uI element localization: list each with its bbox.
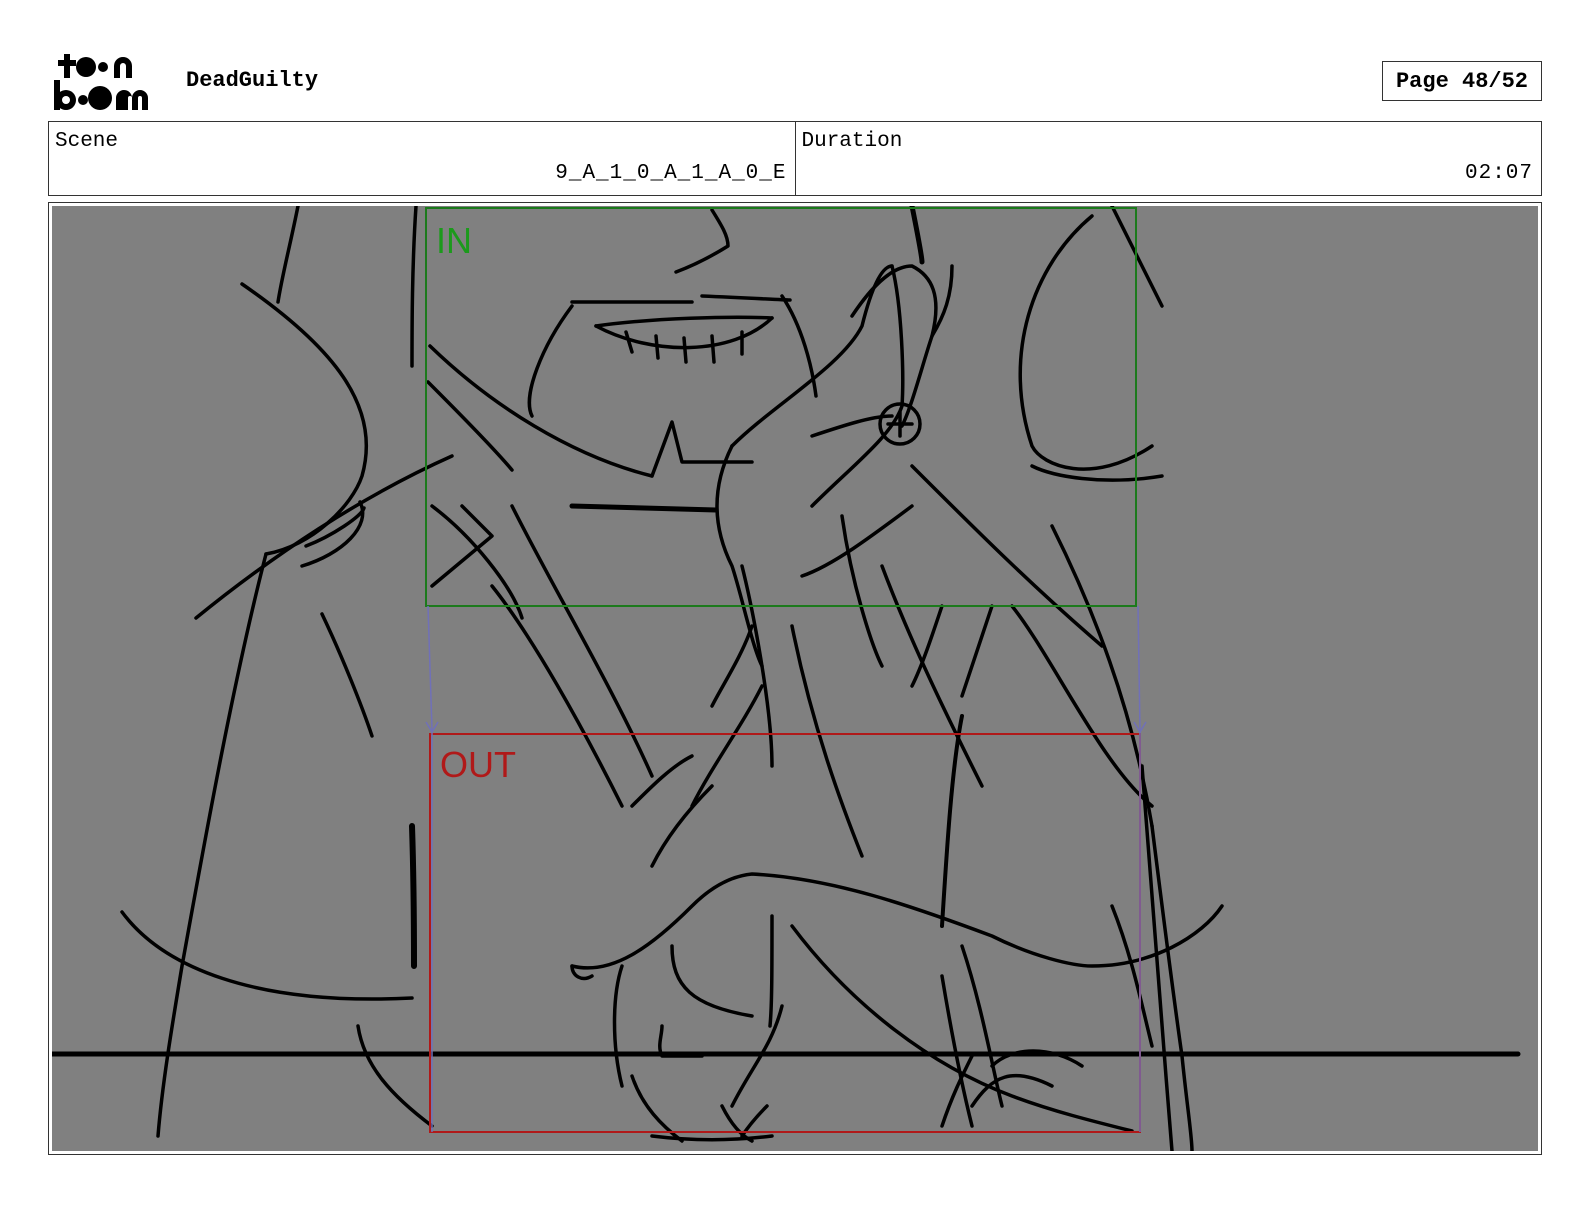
storyboard-panel: IN OUT: [52, 206, 1538, 1151]
toon-boom-logo: [52, 52, 164, 112]
project-title: DeadGuilty: [186, 68, 319, 93]
sketch-drawing: [52, 206, 1521, 1151]
camera-out-frame: [429, 733, 1141, 1133]
scene-value: 9_A_1_0_A_1_A_0_E: [555, 162, 787, 185]
camera-out-label: OUT: [440, 744, 516, 785]
duration-cell: Duration 02:07: [794, 122, 1542, 195]
duration-label: Duration: [801, 130, 903, 153]
page-indicator: Page 48/52: [1382, 61, 1542, 101]
scene-info-table: Scene 9_A_1_0_A_1_A_0_E Duration 02:07: [48, 121, 1542, 196]
scene-cell: Scene 9_A_1_0_A_1_A_0_E: [49, 122, 795, 195]
scene-label: Scene: [55, 130, 119, 153]
camera-in-label: IN: [436, 220, 472, 261]
duration-value: 02:07: [1464, 162, 1533, 185]
